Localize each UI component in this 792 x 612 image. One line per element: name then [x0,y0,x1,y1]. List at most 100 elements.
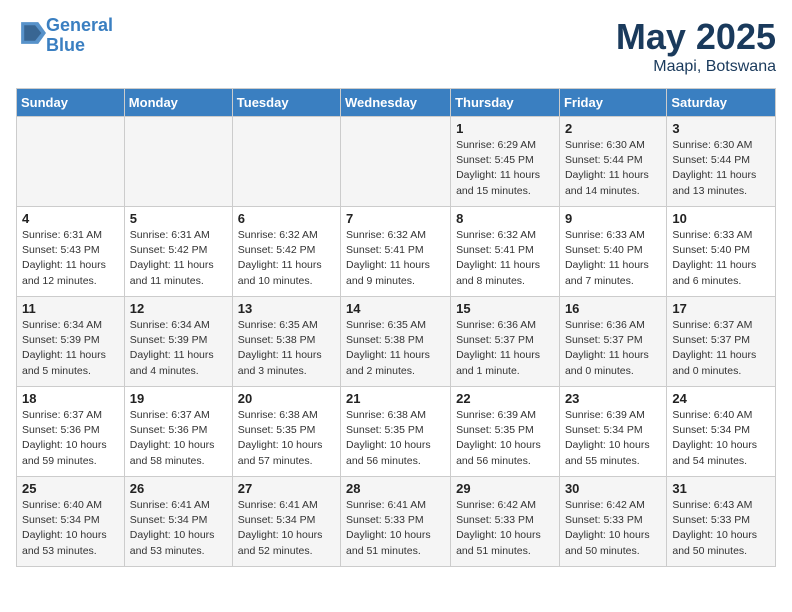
day-number: 29 [456,481,554,496]
day-info: Sunrise: 6:39 AMSunset: 5:34 PMDaylight:… [565,408,661,469]
calendar-day-cell: 5 Sunrise: 6:31 AMSunset: 5:42 PMDaylight… [124,207,232,297]
day-number: 19 [130,391,227,406]
day-info: Sunrise: 6:38 AMSunset: 5:35 PMDaylight:… [346,408,445,469]
day-info: Sunrise: 6:33 AMSunset: 5:40 PMDaylight:… [672,228,770,289]
calendar-day-cell: 3Sunrise: 6:30 AMSunset: 5:44 PMDaylight… [667,117,776,207]
calendar-week-row: 11 Sunrise: 6:34 AMSunset: 5:39 PMDayligh… [17,297,776,387]
day-info: Sunrise: 6:36 AMSunset: 5:37 PMDaylight:… [456,318,554,379]
day-number: 27 [238,481,335,496]
calendar-day-cell [232,117,340,207]
day-info: Sunrise: 6:43 AMSunset: 5:33 PMDaylight:… [672,498,770,559]
day-number: 3 [672,121,770,136]
weekday-header-cell: Tuesday [232,89,340,117]
day-number: 2 [565,121,661,136]
weekday-header-row: SundayMondayTuesdayWednesdayThursdayFrid… [17,89,776,117]
calendar-day-cell: 22Sunrise: 6:39 AMSunset: 5:35 PMDayligh… [451,387,560,477]
calendar-body: 1 Sunrise: 6:29 AMSunset: 5:45 PMDaylight… [17,117,776,567]
day-number: 23 [565,391,661,406]
calendar-day-cell: 6Sunrise: 6:32 AMSunset: 5:42 PMDaylight… [232,207,340,297]
calendar-day-cell: 30Sunrise: 6:42 AMSunset: 5:33 PMDayligh… [559,477,666,567]
calendar-week-row: 18Sunrise: 6:37 AMSunset: 5:36 PMDayligh… [17,387,776,477]
day-info: Sunrise: 6:32 AMSunset: 5:41 PMDaylight:… [346,228,445,289]
calendar-day-cell: 26 Sunrise: 6:41 AMSunset: 5:34 PMDayligh… [124,477,232,567]
calendar-day-cell: 10 Sunrise: 6:33 AMSunset: 5:40 PMDayligh… [667,207,776,297]
calendar-day-cell: 12 Sunrise: 6:34 AMSunset: 5:39 PMDayligh… [124,297,232,387]
calendar-day-cell: 21 Sunrise: 6:38 AMSunset: 5:35 PMDayligh… [341,387,451,477]
weekday-header-cell: Saturday [667,89,776,117]
calendar-day-cell: 4Sunrise: 6:31 AMSunset: 5:43 PMDaylight… [17,207,125,297]
day-number: 8 [456,211,554,226]
day-number: 6 [238,211,335,226]
day-number: 11 [22,301,119,316]
calendar-day-cell: 29Sunrise: 6:42 AMSunset: 5:33 PMDayligh… [451,477,560,567]
day-number: 21 [346,391,445,406]
day-number: 10 [672,211,770,226]
day-number: 28 [346,481,445,496]
weekday-header-cell: Sunday [17,89,125,117]
day-info: Sunrise: 6:34 AMSunset: 5:39 PMDaylight:… [130,318,227,379]
day-number: 26 [130,481,227,496]
day-info: Sunrise: 6:35 AMSunset: 5:38 PMDaylight:… [346,318,445,379]
calendar-day-cell: 2 Sunrise: 6:30 AMSunset: 5:44 PMDaylight… [559,117,666,207]
day-info: Sunrise: 6:40 AMSunset: 5:34 PMDaylight:… [672,408,770,469]
logo-line1: General [46,15,113,35]
day-info: Sunrise: 6:40 AMSunset: 5:34 PMDaylight:… [22,498,119,559]
day-number: 1 [456,121,554,136]
calendar-day-cell: 9 Sunrise: 6:33 AMSunset: 5:40 PMDaylight… [559,207,666,297]
day-info: Sunrise: 6:31 AMSunset: 5:43 PMDaylight:… [22,228,119,289]
calendar-day-cell: 13Sunrise: 6:35 AMSunset: 5:38 PMDayligh… [232,297,340,387]
day-info: Sunrise: 6:38 AMSunset: 5:35 PMDaylight:… [238,408,335,469]
calendar-day-cell: 16Sunrise: 6:36 AMSunset: 5:37 PMDayligh… [559,297,666,387]
day-info: Sunrise: 6:41 AMSunset: 5:33 PMDaylight:… [346,498,445,559]
day-number: 16 [565,301,661,316]
day-info: Sunrise: 6:30 AMSunset: 5:44 PMDaylight:… [565,138,661,199]
calendar-week-row: 1 Sunrise: 6:29 AMSunset: 5:45 PMDaylight… [17,117,776,207]
calendar-day-cell: 14 Sunrise: 6:35 AMSunset: 5:38 PMDayligh… [341,297,451,387]
day-info: Sunrise: 6:39 AMSunset: 5:35 PMDaylight:… [456,408,554,469]
day-number: 9 [565,211,661,226]
calendar-day-cell: 17 Sunrise: 6:37 AMSunset: 5:37 PMDayligh… [667,297,776,387]
calendar-day-cell: 23 Sunrise: 6:39 AMSunset: 5:34 PMDayligh… [559,387,666,477]
day-number: 7 [346,211,445,226]
day-number: 20 [238,391,335,406]
day-info: Sunrise: 6:32 AMSunset: 5:41 PMDaylight:… [456,228,554,289]
calendar-day-cell: 19Sunrise: 6:37 AMSunset: 5:36 PMDayligh… [124,387,232,477]
day-info: Sunrise: 6:33 AMSunset: 5:40 PMDaylight:… [565,228,661,289]
calendar-day-cell: 24 Sunrise: 6:40 AMSunset: 5:34 PMDayligh… [667,387,776,477]
calendar-week-row: 25Sunrise: 6:40 AMSunset: 5:34 PMDayligh… [17,477,776,567]
calendar-week-row: 4Sunrise: 6:31 AMSunset: 5:43 PMDaylight… [17,207,776,297]
calendar-day-cell: 15Sunrise: 6:36 AMSunset: 5:37 PMDayligh… [451,297,560,387]
day-number: 17 [672,301,770,316]
calendar-day-cell: 18Sunrise: 6:37 AMSunset: 5:36 PMDayligh… [17,387,125,477]
day-number: 12 [130,301,227,316]
day-info: Sunrise: 6:41 AMSunset: 5:34 PMDaylight:… [130,498,227,559]
weekday-header-cell: Friday [559,89,666,117]
day-info: Sunrise: 6:37 AMSunset: 5:37 PMDaylight:… [672,318,770,379]
day-number: 14 [346,301,445,316]
day-number: 24 [672,391,770,406]
day-number: 5 [130,211,227,226]
day-info: Sunrise: 6:41 AMSunset: 5:34 PMDaylight:… [238,498,335,559]
calendar-day-cell: 25Sunrise: 6:40 AMSunset: 5:34 PMDayligh… [17,477,125,567]
logo-text: General Blue [46,16,113,56]
day-info: Sunrise: 6:29 AMSunset: 5:45 PMDaylight:… [456,138,554,199]
calendar-day-cell: 8 Sunrise: 6:32 AMSunset: 5:41 PMDaylight… [451,207,560,297]
calendar-day-cell: 20 Sunrise: 6:38 AMSunset: 5:35 PMDayligh… [232,387,340,477]
calendar-day-cell: 27 Sunrise: 6:41 AMSunset: 5:34 PMDayligh… [232,477,340,567]
weekday-header-cell: Wednesday [341,89,451,117]
day-info: Sunrise: 6:31 AMSunset: 5:42 PMDaylight:… [130,228,227,289]
day-info: Sunrise: 6:37 AMSunset: 5:36 PMDaylight:… [22,408,119,469]
page-header: General Blue May 2025 Maapi, Botswana [16,16,776,76]
weekday-header-cell: Monday [124,89,232,117]
calendar-table: SundayMondayTuesdayWednesdayThursdayFrid… [16,88,776,567]
title-block: May 2025 Maapi, Botswana [616,16,776,76]
calendar-day-cell: 7 Sunrise: 6:32 AMSunset: 5:41 PMDaylight… [341,207,451,297]
day-number: 30 [565,481,661,496]
calendar-day-cell: 31Sunrise: 6:43 AMSunset: 5:33 PMDayligh… [667,477,776,567]
calendar-day-cell: 28 Sunrise: 6:41 AMSunset: 5:33 PMDayligh… [341,477,451,567]
calendar-day-cell [124,117,232,207]
day-info: Sunrise: 6:34 AMSunset: 5:39 PMDaylight:… [22,318,119,379]
logo-icon [18,19,46,47]
calendar-day-cell [17,117,125,207]
day-info: Sunrise: 6:35 AMSunset: 5:38 PMDaylight:… [238,318,335,379]
